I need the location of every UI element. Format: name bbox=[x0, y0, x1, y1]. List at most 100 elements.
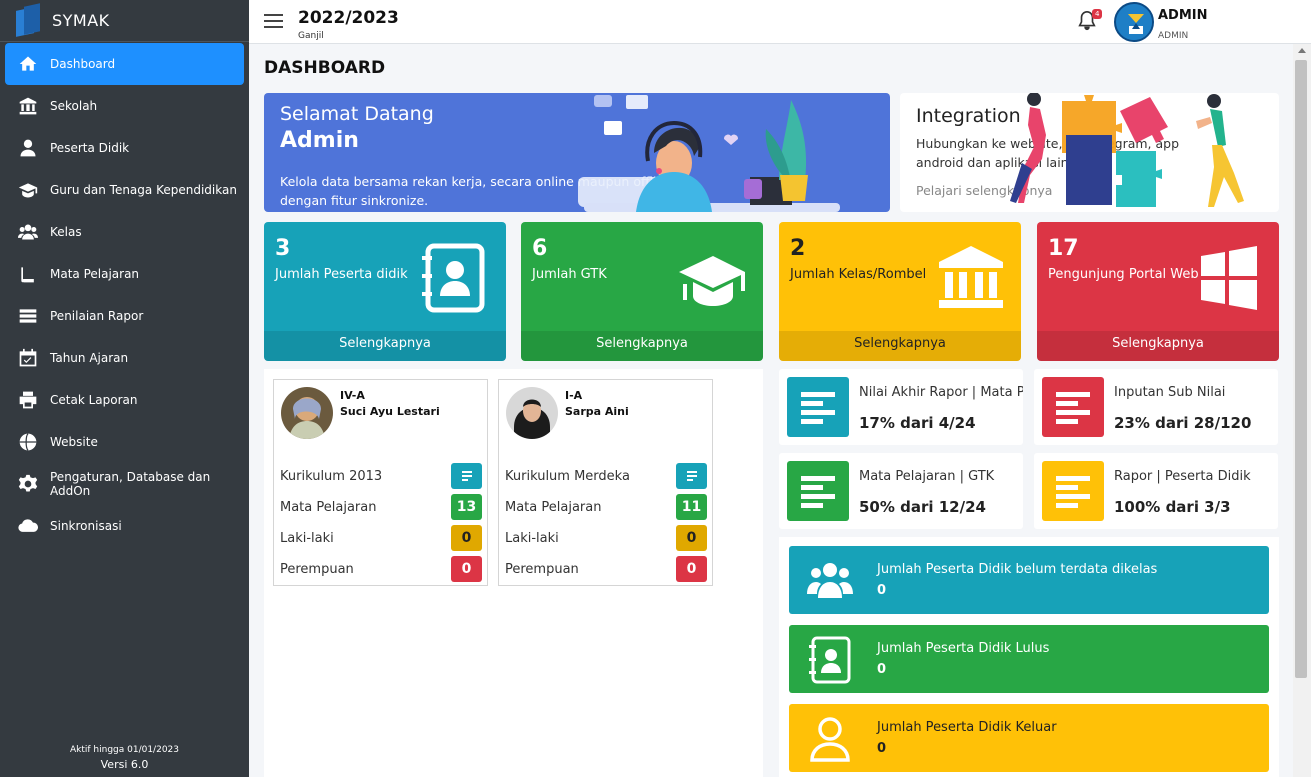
sidebar-item-label: Mata Pelajaran bbox=[50, 267, 140, 281]
puzzle-team-illustration bbox=[1010, 93, 1244, 207]
teacher-avatar bbox=[506, 387, 558, 439]
progress-value: 23% dari 28/120 bbox=[1114, 414, 1252, 432]
globe-icon bbox=[18, 432, 38, 452]
school-building-icon bbox=[18, 96, 38, 116]
tut-wuri-logo-icon[interactable] bbox=[1114, 2, 1154, 42]
stat-value: 3 bbox=[275, 236, 291, 261]
integration-card: Integration Hubungkan ke website, bot te… bbox=[900, 93, 1279, 212]
brand-logo bbox=[14, 2, 42, 37]
welcome-banner: Selamat Datang Admin Kelola data bersama… bbox=[264, 93, 890, 212]
sidebar-item-label: Kelas bbox=[50, 225, 82, 239]
list-icon bbox=[18, 306, 38, 326]
sidebar-item-mata-pelajaran[interactable]: Mata Pelajaran bbox=[5, 253, 244, 295]
sidebar-item-kelas[interactable]: Kelas bbox=[5, 211, 244, 253]
class-name: IV-A bbox=[340, 389, 365, 402]
summary-value: 0 bbox=[877, 741, 887, 756]
class-row-perempuan: Perempuan 0 bbox=[505, 556, 707, 582]
progress-title: Mata Pelajaran | GTK bbox=[859, 469, 995, 484]
stat-pengunjung[interactable]: 17 Pengunjung Portal Web Selengkapnya bbox=[1037, 222, 1279, 361]
stat-peserta-didik[interactable]: 3 Jumlah Peserta didik Selengkapnya bbox=[264, 222, 506, 361]
summary-keluar[interactable]: Jumlah Peserta Didik Keluar 0 bbox=[789, 704, 1269, 772]
count-badge: 0 bbox=[451, 525, 482, 551]
stat-kelas[interactable]: 2 Jumlah Kelas/Rombel Selengkapnya bbox=[779, 222, 1021, 361]
stat-value: 2 bbox=[790, 236, 806, 261]
sidebar-item-website[interactable]: Website bbox=[5, 421, 244, 463]
class-panel: IV-A Suci Ayu Lestari Kurikulum 2013 Mat… bbox=[264, 369, 763, 777]
sidebar-item-pengaturan[interactable]: Pengaturan, Database dan AddOn bbox=[5, 463, 244, 505]
sidebar-item-penilaian-rapor[interactable]: Penilaian Rapor bbox=[5, 295, 244, 337]
align-left-icon bbox=[1042, 377, 1104, 437]
row-label: Kurikulum 2013 bbox=[280, 468, 383, 484]
sidebar-item-label: Dashboard bbox=[50, 57, 116, 71]
semester: Ganjil bbox=[298, 31, 324, 41]
progress-title: Rapor | Peserta Didik bbox=[1114, 469, 1251, 484]
align-left-icon bbox=[787, 461, 849, 521]
sidebar-item-label: Peserta Didik bbox=[50, 141, 130, 155]
align-left-icon bbox=[1042, 461, 1104, 521]
stat-label: Jumlah Peserta didik bbox=[275, 267, 408, 282]
user-icon bbox=[18, 138, 38, 158]
summary-lulus[interactable]: Jumlah Peserta Didik Lulus 0 bbox=[789, 625, 1269, 693]
class-row-mapel: Mata Pelajaran 11 bbox=[505, 494, 707, 520]
class-row-perempuan: Perempuan 0 bbox=[280, 556, 482, 582]
sidebar-item-sinkronisasi[interactable]: Sinkronisasi bbox=[5, 505, 244, 547]
scrollbar-thumb[interactable] bbox=[1295, 60, 1307, 678]
count-badge: 13 bbox=[451, 494, 482, 520]
contact-book-icon bbox=[422, 243, 485, 313]
scroll-up-arrow-icon[interactable] bbox=[1298, 48, 1306, 53]
stat-more-link[interactable]: Selengkapnya bbox=[264, 331, 506, 361]
list-alt-icon[interactable] bbox=[451, 463, 482, 489]
sidebar-item-label: Guru dan Tenaga Kependidikan bbox=[50, 183, 237, 197]
sidebar-item-cetak-laporan[interactable]: Cetak Laporan bbox=[5, 379, 244, 421]
support-agent-illustration bbox=[578, 95, 840, 212]
sidebar-item-label: Sekolah bbox=[50, 99, 98, 113]
stat-gtk[interactable]: 6 Jumlah GTK Selengkapnya bbox=[521, 222, 763, 361]
sidebar-item-label: Tahun Ajaran bbox=[50, 351, 129, 365]
user-role: ADMIN bbox=[1158, 31, 1189, 41]
count-badge: 0 bbox=[451, 556, 482, 582]
stat-value: 6 bbox=[532, 236, 548, 261]
page-scrollbar[interactable] bbox=[1293, 44, 1311, 777]
class-card[interactable]: IV-A Suci Ayu Lestari Kurikulum 2013 Mat… bbox=[273, 379, 488, 586]
cloud-icon bbox=[18, 516, 38, 536]
class-name: I-A bbox=[565, 389, 583, 402]
page-title: DASHBOARD bbox=[264, 58, 386, 78]
summary-title: Jumlah Peserta Didik Lulus bbox=[877, 641, 1050, 656]
stat-label: Jumlah GTK bbox=[532, 267, 607, 282]
stat-more-link[interactable]: Selengkapnya bbox=[521, 331, 763, 361]
class-card[interactable]: I-A Sarpa Aini Kurikulum Merdeka Mata Pe… bbox=[498, 379, 713, 586]
class-row-mapel: Mata Pelajaran 13 bbox=[280, 494, 482, 520]
summary-panel: Jumlah Peserta Didik belum terdata dikel… bbox=[779, 537, 1279, 777]
progress-rapor[interactable]: Rapor | Peserta Didik 100% dari 3/3 bbox=[1034, 453, 1278, 529]
sidebar-item-guru[interactable]: Guru dan Tenaga Kependidikan bbox=[5, 169, 244, 211]
sidebar-item-label: Cetak Laporan bbox=[50, 393, 138, 407]
progress-title: Nilai Akhir Rapor | Mata Pelajaran bbox=[859, 385, 1023, 400]
summary-value: 0 bbox=[877, 583, 887, 598]
sidebar-item-peserta-didik[interactable]: Peserta Didik bbox=[5, 127, 244, 169]
sidebar-item-tahun-ajaran[interactable]: Tahun Ajaran bbox=[5, 337, 244, 379]
stat-more-link[interactable]: Selengkapnya bbox=[779, 331, 1021, 361]
hamburger-menu-icon[interactable] bbox=[264, 14, 283, 32]
list-alt-icon[interactable] bbox=[676, 463, 707, 489]
align-left-icon bbox=[787, 377, 849, 437]
users-icon bbox=[807, 563, 853, 598]
windows-icon bbox=[1201, 246, 1257, 310]
user-name[interactable]: ADMIN bbox=[1158, 8, 1208, 23]
progress-nilai-akhir[interactable]: Nilai Akhir Rapor | Mata Pelajaran 17% d… bbox=[779, 369, 1023, 445]
active-until-text: Aktif hingga 01/01/2023 bbox=[69, 745, 179, 755]
row-label: Kurikulum Merdeka bbox=[505, 468, 630, 484]
graduation-cap-icon bbox=[679, 256, 745, 306]
sidebar-item-sekolah[interactable]: Sekolah bbox=[5, 85, 244, 127]
summary-belum-terdata[interactable]: Jumlah Peserta Didik belum terdata dikel… bbox=[789, 546, 1269, 614]
progress-sub-nilai[interactable]: Inputan Sub Nilai 23% dari 28/120 bbox=[1034, 369, 1278, 445]
row-label: Laki-laki bbox=[280, 530, 334, 546]
notification-badge: 4 bbox=[1092, 9, 1103, 19]
graduation-cap-icon bbox=[18, 180, 38, 200]
sidebar-item-dashboard[interactable]: Dashboard bbox=[5, 43, 244, 85]
stat-more-link[interactable]: Selengkapnya bbox=[1037, 331, 1279, 361]
stat-label: Jumlah Kelas/Rombel bbox=[790, 267, 927, 282]
progress-mapel-gtk[interactable]: Mata Pelajaran | GTK 50% dari 12/24 bbox=[779, 453, 1023, 529]
brand[interactable]: SYMAK bbox=[0, 0, 249, 42]
progress-value: 100% dari 3/3 bbox=[1114, 498, 1231, 516]
row-label: Laki-laki bbox=[505, 530, 559, 546]
